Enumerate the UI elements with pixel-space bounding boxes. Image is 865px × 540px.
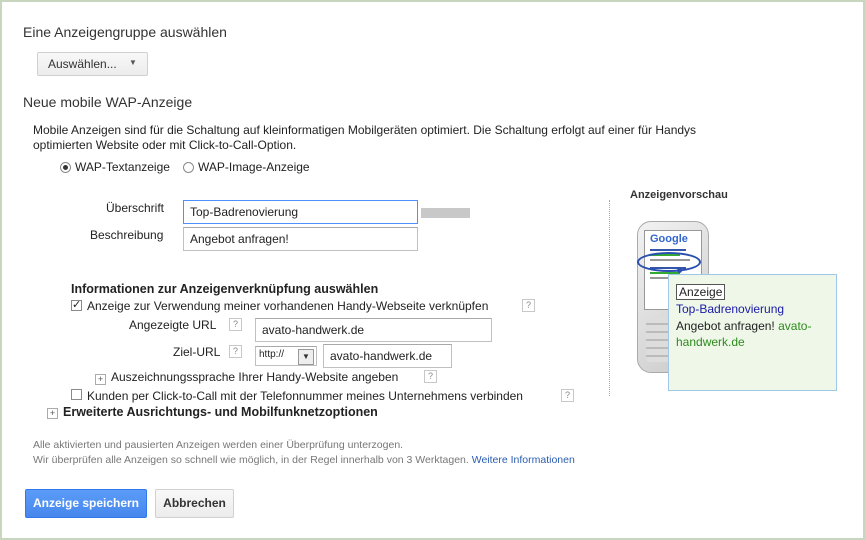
review-note-2: Wir überprüfen alle Anzeigen so schnell … <box>33 454 575 466</box>
link-website-checkbox[interactable]: ✓ <box>71 299 82 311</box>
ad-preview-url-1: avato- <box>778 319 812 333</box>
phone-logo: Google <box>650 233 688 245</box>
new-ad-description-2: optimierten Website oder mit Click-to-Ca… <box>33 138 297 152</box>
display-url-label: Angezeigte URL <box>129 318 217 332</box>
description-label: Beschreibung <box>90 228 164 242</box>
link-website-label: Anzeige zur Verwendung meiner vorhandene… <box>87 299 489 313</box>
protocol-select[interactable]: http:// ▼ <box>255 346 317 366</box>
chevron-down-icon: ▼ <box>129 58 137 67</box>
adgroup-heading: Eine Anzeigengruppe auswählen <box>23 24 227 40</box>
checkmark-icon: ✓ <box>72 299 82 311</box>
review-note-2-text: Wir überprüfen alle Anzeigen so schnell … <box>33 454 469 466</box>
radio-dot-icon <box>63 165 68 170</box>
character-counter-bar <box>421 208 470 218</box>
expand-advanced-icon[interactable]: + <box>47 408 58 419</box>
help-icon[interactable]: ? <box>522 299 535 312</box>
radio-wap-image[interactable] <box>183 162 194 173</box>
preview-divider <box>609 200 610 396</box>
save-ad-button[interactable]: Anzeige speichern <box>25 489 147 518</box>
ad-badge: Anzeige <box>676 284 726 300</box>
highlight-ellipse <box>637 252 701 272</box>
chevron-down-icon: ▼ <box>298 349 314 365</box>
click-to-call-label: Kunden per Click-to-Call mit der Telefon… <box>87 389 523 403</box>
cancel-button[interactable]: Abbrechen <box>155 489 234 518</box>
ad-preview-line: Angebot anfragen! avato- <box>676 319 811 333</box>
advanced-options-label[interactable]: Erweiterte Ausrichtungs- und Mobilfunkne… <box>63 405 378 419</box>
click-to-call-checkbox[interactable] <box>71 389 82 400</box>
display-url-input[interactable]: avato-handwerk.de <box>255 318 492 342</box>
help-icon[interactable]: ? <box>229 345 242 358</box>
adgroup-select-label: Auswählen... <box>48 57 117 71</box>
preview-title: Anzeigenvorschau <box>630 189 728 201</box>
description-input[interactable]: Angebot anfragen! <box>183 227 418 251</box>
adgroup-select-button[interactable]: Auswählen... ▼ <box>37 52 148 76</box>
review-note-1: Alle aktivierten und pausierten Anzeigen… <box>33 439 404 451</box>
ad-preview-title: Top-Badrenovierung <box>676 302 785 316</box>
new-ad-description-1: Mobile Anzeigen sind für die Schaltung a… <box>33 123 697 137</box>
destination-url-label: Ziel-URL <box>173 345 221 359</box>
ad-preview-box: Anzeige Top-Badrenovierung Angebot anfra… <box>668 274 837 391</box>
radio-wap-image-label[interactable]: WAP-Image-Anzeige <box>198 160 310 174</box>
expand-markup-icon[interactable]: + <box>95 374 106 385</box>
linking-heading: Informationen zur Anzeigenverknüpfung au… <box>71 282 379 296</box>
radio-wap-text-label[interactable]: WAP-Textanzeige <box>75 160 170 174</box>
headline-label: Überschrift <box>106 201 165 215</box>
help-icon[interactable]: ? <box>424 370 437 383</box>
help-icon[interactable]: ? <box>229 318 242 331</box>
protocol-select-value: http:// <box>259 349 285 360</box>
more-info-link[interactable]: Weitere Informationen <box>472 454 575 466</box>
radio-wap-text[interactable] <box>60 162 71 173</box>
ad-preview-description: Angebot anfragen! <box>676 319 775 333</box>
headline-input[interactable]: Top-Badrenovierung <box>183 200 418 224</box>
pointer-dot <box>677 268 682 273</box>
markup-language-label[interactable]: Auszeichnungssprache Ihrer Handy-Website… <box>111 370 398 384</box>
help-icon[interactable]: ? <box>561 389 574 402</box>
destination-url-input[interactable]: avato-handwerk.de <box>323 344 452 368</box>
new-ad-heading: Neue mobile WAP-Anzeige <box>23 94 193 110</box>
ad-preview-url-2: handwerk.de <box>676 335 745 349</box>
